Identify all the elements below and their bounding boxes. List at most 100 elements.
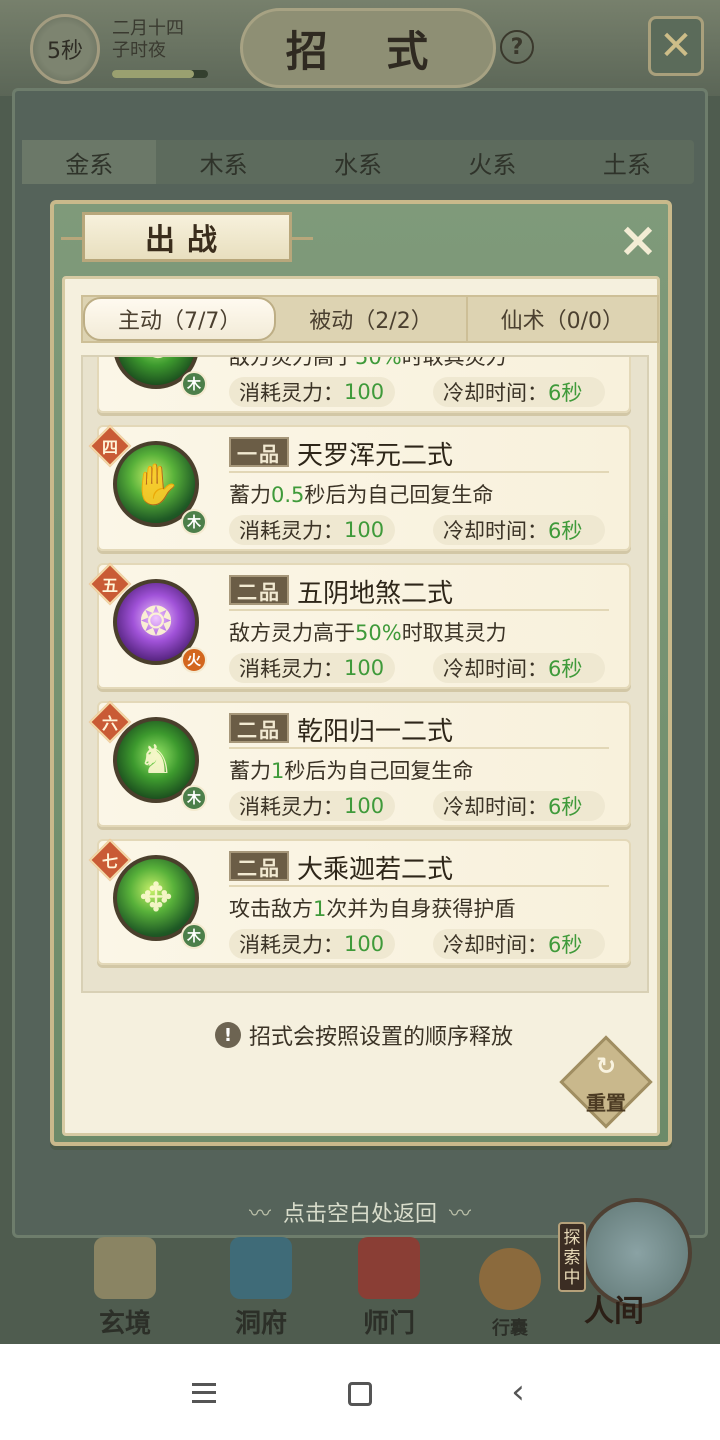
close-icon[interactable]: ×	[614, 216, 662, 264]
desc-text: 敌方灵力高于	[229, 621, 355, 645]
skill-name: 天罗浑元二式	[297, 441, 454, 471]
back-icon[interactable]: ‹	[500, 1372, 536, 1412]
world-label: 人间	[584, 1294, 644, 1329]
cost-label: 消耗灵力：	[239, 657, 344, 681]
desc-highlight: 0.5	[271, 483, 305, 507]
system-nav-bar: ‹	[0, 1344, 720, 1440]
tab-fire[interactable]: 火系	[425, 140, 559, 184]
tab-metal[interactable]: 金系	[22, 140, 157, 184]
desc-text: 攻击敌方	[229, 897, 313, 921]
mana-cost: 消耗灵力： 100	[229, 377, 395, 407]
tab-water[interactable]: 水系	[291, 140, 425, 184]
desc-text: 敌方灵力高于	[229, 355, 355, 369]
date-line1: 二月十四	[112, 18, 184, 39]
desc-highlight: 50%	[355, 355, 402, 369]
nav-label: 玄境	[98, 1309, 151, 1339]
element-badge: 木	[181, 785, 207, 811]
skill-list[interactable]: ❦木敌方灵力高于50%时取其灵力消耗灵力：100冷却时间：6秒四✋木一品天罗浑元…	[81, 355, 649, 993]
skill-name: 乾阳归一二式	[297, 717, 454, 747]
nav-dongfu[interactable]: 洞府	[206, 1236, 316, 1340]
cloud-deco-icon: 〰	[248, 1202, 271, 1227]
cooldown-label: 冷却时间：	[443, 933, 548, 957]
cooldown: 冷却时间： 6秒	[433, 653, 605, 683]
cooldown-label: 冷却时间：	[443, 519, 548, 543]
order-hint: ! 招式会按照设置的顺序释放	[65, 1019, 663, 1051]
skill-card[interactable]: 四 ✋ 木一品 天罗浑元二式 蓄力0.5秒后为自己回复生命 消耗灵力： 100 冷却时间： 6秒	[88, 424, 631, 551]
skill-type-tabs: 主动（7/7） 被动（2/2） 仙术（0/0）	[81, 295, 659, 343]
pavilion-icon	[230, 1237, 292, 1299]
skill-description: 蓄力0.5秒后为自己回复生命	[229, 479, 493, 509]
explore-status-badge: 探索中	[558, 1222, 586, 1292]
nav-label: 行囊	[492, 1318, 528, 1339]
cost-value: 100	[344, 518, 385, 542]
skill-name: 大乘迦若二式	[297, 855, 454, 885]
mana-cost: 消耗灵力： 100	[229, 791, 395, 821]
home-icon[interactable]	[348, 1382, 372, 1406]
cost-value: 100	[344, 932, 385, 956]
element-badge: 木	[181, 923, 207, 949]
element-tabs: 金系 木系 水系 火系 土系	[22, 140, 694, 184]
tab-earth[interactable]: 土系	[560, 140, 694, 184]
nav-xuanjing[interactable]: 玄境	[70, 1236, 180, 1340]
divider	[229, 471, 609, 473]
skill-description: 攻击敌方1次并为自身获得护盾	[229, 893, 515, 923]
cooldown-value: 6秒	[548, 795, 583, 819]
skill-card[interactable]: 五 ❂ 火二品 五阴地煞二式 敌方灵力高于50%时取其灵力 消耗灵力： 100 冷却时间： 6秒	[88, 562, 631, 689]
cost-label: 消耗灵力：	[239, 933, 344, 957]
cost-value: 100	[344, 380, 385, 404]
timer-badge: 5秒	[30, 14, 100, 84]
desc-text: 秒后为自己回复生命	[284, 759, 474, 783]
nav-label: 洞府	[234, 1309, 287, 1339]
nav-shimen[interactable]: 师门	[334, 1236, 444, 1340]
grade-tag: 二品	[229, 575, 289, 605]
cooldown: 冷却时间： 6秒	[433, 377, 605, 407]
date-progress-fill	[112, 70, 194, 78]
grade-tag: 二品	[229, 851, 289, 881]
cooldown-label: 冷却时间：	[443, 381, 548, 405]
tab-wood[interactable]: 木系	[156, 140, 290, 184]
skill-name: 五阴地煞二式	[297, 579, 454, 609]
scroll-icon	[94, 1237, 156, 1299]
cost-value: 100	[344, 656, 385, 680]
date-progress-bar	[112, 70, 208, 78]
cooldown-value: 6秒	[548, 657, 583, 681]
skill-card[interactable]: 六 ♞ 木二品 乾阳归一二式 蓄力1秒后为自己回复生命 消耗灵力： 100 冷却时间： 6秒	[88, 700, 631, 827]
page-title: 招 式	[240, 8, 496, 88]
menu-icon[interactable]	[192, 1380, 216, 1406]
mana-cost: 消耗灵力： 100	[229, 929, 395, 959]
tab-active-skills[interactable]: 主动（7/7）	[83, 297, 277, 341]
tab-passive-skills[interactable]: 被动（2/2）	[276, 297, 468, 341]
tab-immortal-arts[interactable]: 仙术（0/0）	[468, 297, 657, 341]
skill-description: 敌方灵力高于50%时取其灵力	[229, 617, 507, 647]
dialog-title: 出战	[61, 212, 313, 262]
help-button[interactable]: ?	[500, 30, 534, 64]
skill-description: 蓄力1秒后为自己回复生命	[229, 755, 473, 785]
game-date: 二月十四 子时夜	[112, 18, 212, 62]
cooldown-value: 6秒	[548, 933, 583, 957]
refresh-icon: ↻	[595, 1052, 617, 1080]
desc-highlight: 50%	[355, 621, 402, 645]
desc-text: 时取其灵力	[401, 621, 507, 645]
cooldown-value: 6秒	[548, 381, 583, 405]
dialog-body: 主动（7/7） 被动（2/2） 仙术（0/0） ❦木敌方灵力高于50%时取其灵力…	[62, 276, 660, 1136]
order-hint-text: 招式会按照设置的顺序释放	[248, 1025, 513, 1050]
nav-xingnang[interactable]: 行囊	[462, 1236, 558, 1340]
desc-highlight: 1	[313, 897, 327, 921]
cost-label: 消耗灵力：	[239, 795, 344, 819]
date-line2: 子时夜	[112, 40, 166, 61]
desc-text: 蓄力	[229, 483, 271, 507]
desc-text: 秒后为自己回复生命	[304, 483, 494, 507]
skill-card[interactable]: ❦木敌方灵力高于50%时取其灵力消耗灵力：100冷却时间：6秒	[97, 355, 631, 413]
page-close-button[interactable]: ✕	[648, 16, 704, 76]
desc-text: 时取其灵力	[401, 355, 507, 369]
desc-text: 次并为自身获得护盾	[326, 897, 516, 921]
mana-cost: 消耗灵力： 100	[229, 515, 395, 545]
cost-value: 100	[344, 794, 385, 818]
divider	[229, 609, 609, 611]
desc-text: 蓄力	[229, 759, 271, 783]
banner-icon	[358, 1237, 420, 1299]
grade-tag: 一品	[229, 437, 289, 467]
skill-card[interactable]: 七 ✥ 木二品 大乘迦若二式 攻击敌方1次并为自身获得护盾 消耗灵力： 100 冷却时间： 6秒	[88, 838, 631, 965]
mana-cost: 消耗灵力： 100	[229, 653, 395, 683]
cost-label: 消耗灵力：	[239, 381, 344, 405]
